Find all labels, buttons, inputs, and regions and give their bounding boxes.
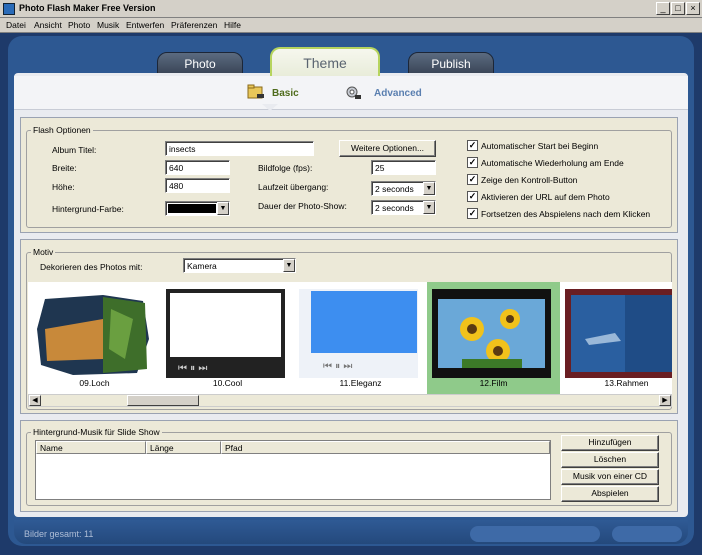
menu-entwerfen[interactable]: Entwerfen (126, 20, 164, 30)
continue-play-label: Fortsetzen des Abspielens nach dem Klick… (481, 209, 651, 219)
basic-folder-icon (247, 84, 264, 99)
scroll-right-icon[interactable]: ▶ (659, 395, 671, 406)
show-control-label: Zeige den Kontroll-Button (481, 175, 578, 185)
height-input[interactable]: 480 (165, 178, 230, 193)
play-music-button[interactable]: Abspielen (561, 486, 659, 502)
status-text: Bilder gesamt: 11 (24, 529, 94, 539)
chevron-down-icon[interactable]: ▼ (283, 259, 295, 272)
svg-text:⏮ ⏸ ⏭: ⏮ ⏸ ⏭ (323, 361, 352, 372)
column-name[interactable]: Name (36, 441, 146, 454)
scroll-thumb[interactable] (127, 395, 199, 406)
duration-value: 2 seconds (375, 203, 414, 213)
add-music-button[interactable]: Hinzufügen (561, 435, 659, 451)
album-title-input[interactable]: insects (165, 141, 314, 156)
decorate-select[interactable]: Kamera ▼ (183, 258, 296, 273)
width-label: Breite: (52, 163, 77, 173)
thumbnail-caption: 10.Cool (212, 378, 243, 388)
bg-color-swatch (168, 204, 216, 213)
film-preview-image (432, 289, 551, 378)
fps-input[interactable]: 25 (371, 160, 436, 175)
music-label: Hintergrund-Musik für Slide Show (31, 427, 162, 437)
subtab-pointer (262, 104, 278, 111)
status-pill (470, 526, 600, 542)
duration-select[interactable]: 2 seconds ▼ (371, 200, 436, 215)
transition-label: Laufzeit übergang: (258, 182, 329, 192)
decorate-label: Dekorieren des Photos mit: (40, 262, 143, 272)
load-cd-button[interactable]: Musik von einer CD laden (561, 469, 659, 494)
rahmen-preview-image (565, 289, 672, 378)
fps-label: Bildfolge (fps): (258, 163, 313, 173)
thumbnail-eleganz[interactable]: ⏮ ⏸ ⏭ 11.Eleganz (294, 282, 427, 394)
tab-theme[interactable]: Theme (270, 47, 380, 77)
show-control-checkbox[interactable]: ✓ (467, 174, 478, 185)
title-bar: Photo Flash Maker Free Version _ □ × (0, 0, 702, 18)
more-options-button[interactable]: Weitere Optionen... (339, 140, 436, 157)
eleganz-preview-image: ⏮ ⏸ ⏭ (299, 289, 418, 378)
enable-url-label: Aktivieren der URL auf dem Photo (481, 192, 610, 202)
menu-photo[interactable]: Photo (68, 20, 90, 30)
thumbnail-rahmen[interactable]: 13.Rahmen (560, 282, 672, 394)
album-title-label: Album Titel: (52, 145, 97, 155)
autostart-checkbox[interactable]: ✓ (467, 140, 478, 151)
scroll-left-icon[interactable]: ◀ (29, 395, 41, 406)
delete-music-button[interactable]: Löschen (561, 452, 659, 468)
svg-text:⏮ ⏸ ⏭: ⏮ ⏸ ⏭ (178, 363, 207, 374)
transition-value: 2 seconds (375, 184, 414, 194)
chevron-down-icon[interactable]: ▼ (217, 202, 229, 215)
column-length[interactable]: Länge (146, 441, 221, 454)
loch-preview-image (33, 289, 152, 378)
minimize-button[interactable]: _ (656, 2, 670, 15)
column-path[interactable]: Pfad (221, 441, 550, 454)
menu-musik[interactable]: Musik (97, 20, 119, 30)
chevron-down-icon[interactable]: ▼ (423, 182, 435, 195)
flash-options-label: Flash Optionen (31, 125, 93, 135)
transition-select[interactable]: 2 seconds ▼ (371, 181, 436, 196)
autostart-label: Automatischer Start bei Beginn (481, 141, 599, 151)
subtab-advanced[interactable]: Advanced (374, 88, 422, 99)
cool-preview-image: ⏮ ⏸ ⏭ (166, 289, 285, 378)
thumbnail-loch[interactable]: 09.Loch (28, 282, 161, 394)
menu-hilfe[interactable]: Hilfe (224, 20, 241, 30)
thumbnail-cool[interactable]: ⏮ ⏸ ⏭ 10.Cool (161, 282, 294, 394)
maximize-button[interactable]: □ (671, 2, 685, 15)
width-input[interactable]: 640 (165, 160, 230, 175)
bg-color-label: Hintergrund-Farbe: (52, 204, 124, 214)
duration-label: Dauer der Photo-Show: (258, 201, 347, 211)
menu-praeferenzen[interactable]: Präferenzen (171, 20, 217, 30)
close-button[interactable]: × (686, 2, 700, 15)
menu-bar: Datei Ansicht Photo Musik Entwerfen Präf… (0, 18, 702, 33)
decorate-value: Kamera (187, 261, 217, 271)
thumbnail-film[interactable]: 12.Film (427, 282, 560, 394)
window-title: Photo Flash Maker Free Version (19, 3, 156, 13)
motiv-label: Motiv (31, 247, 56, 257)
thumbnail-caption: 12.Film (479, 378, 508, 388)
thumbnail-caption: 13.Rahmen (604, 378, 649, 388)
menu-ansicht[interactable]: Ansicht (34, 20, 62, 30)
tab-photo[interactable]: Photo (157, 52, 243, 74)
subtab-basic[interactable]: Basic (272, 88, 299, 99)
status-pill (612, 526, 682, 542)
music-list[interactable]: Name Länge Pfad (35, 440, 551, 500)
height-label: Höhe: (52, 182, 75, 192)
autorepeat-label: Automatische Wiederholung am Ende (481, 158, 624, 168)
bg-color-picker[interactable]: ▼ (165, 201, 230, 216)
chevron-down-icon[interactable]: ▼ (423, 201, 435, 214)
thumbnail-caption: 11.Eleganz (339, 378, 382, 388)
thumbnail-caption: 09.Loch (79, 378, 110, 388)
theme-thumbnail-strip: 09.Loch ⏮ ⏸ ⏭ 10.Cool ⏮ ⏸ ⏭ 11.Eleganz 1… (28, 282, 672, 394)
advanced-gear-icon (346, 86, 361, 99)
tab-publish[interactable]: Publish (408, 52, 494, 74)
menu-datei[interactable]: Datei (6, 20, 26, 30)
autorepeat-checkbox[interactable]: ✓ (467, 157, 478, 168)
continue-play-checkbox[interactable]: ✓ (467, 208, 478, 219)
enable-url-checkbox[interactable]: ✓ (467, 191, 478, 202)
thumbnail-scrollbar[interactable]: ◀ ▶ (28, 394, 672, 407)
app-icon (3, 3, 15, 15)
